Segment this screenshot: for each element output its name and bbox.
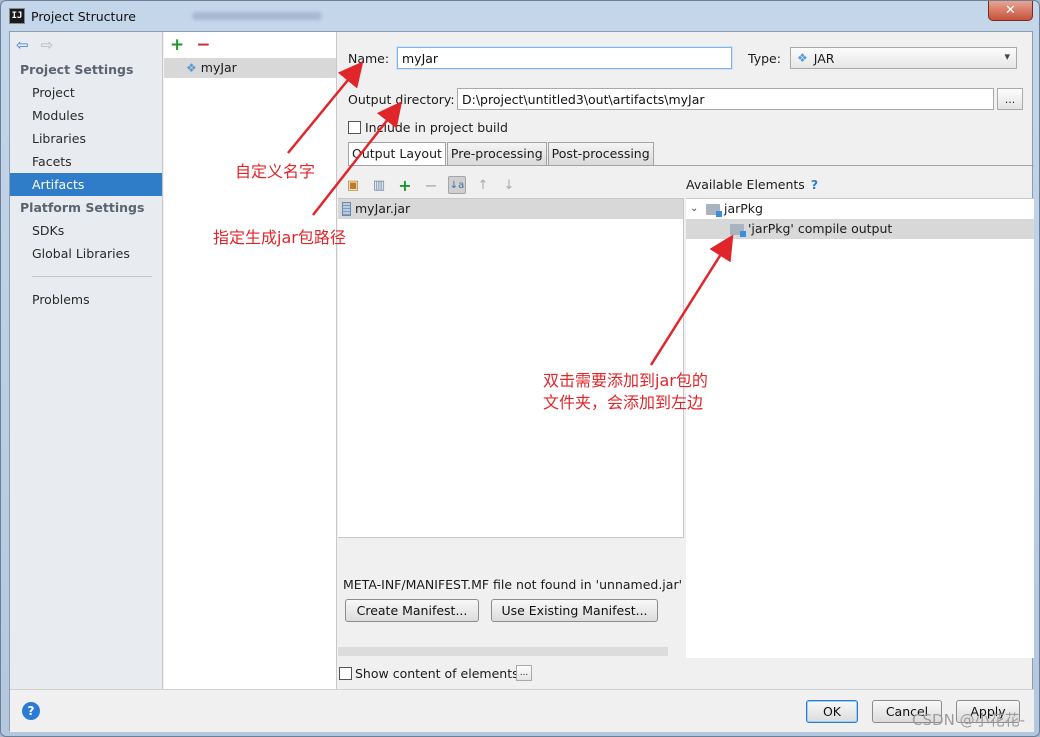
layout-tabs: Output Layout Pre-processing Post-proces…	[348, 142, 655, 165]
module-folder-icon	[706, 203, 722, 217]
compile-output-label: 'jarPkg' compile output	[748, 221, 893, 236]
create-manifest-button[interactable]: Create Manifest...	[345, 599, 479, 622]
nav-item-project[interactable]: Project	[10, 81, 162, 104]
nav-item-problems[interactable]: Problems	[10, 288, 162, 311]
horizontal-scrollbar[interactable]	[338, 647, 668, 656]
nav-item-libraries[interactable]: Libraries	[10, 127, 162, 150]
artifact-list-item[interactable]: ❖ myJar	[164, 58, 336, 78]
nav-divider	[32, 276, 152, 277]
remove-element-icon[interactable]: −	[422, 176, 440, 195]
jar-artifact-icon: ❖	[186, 61, 197, 75]
nav-item-sdks[interactable]: SDKs	[10, 219, 162, 242]
output-layout-tree: myJar.jar	[338, 198, 684, 538]
blurred-title-text	[191, 12, 322, 20]
name-input[interactable]	[397, 47, 732, 69]
output-layout-toolbar: ▣ ▥ + − ↓a ↑ ↓	[338, 174, 684, 196]
nav-item-global-libraries[interactable]: Global Libraries	[10, 242, 162, 265]
tree-row-jar[interactable]: myJar.jar	[338, 199, 683, 219]
chevron-down-icon: ▾	[1004, 50, 1010, 63]
include-in-build-checkbox[interactable]	[348, 121, 361, 134]
use-existing-manifest-button[interactable]: Use Existing Manifest...	[491, 599, 658, 622]
project-structure-window: IJ Project Structure ✕ ⇦ ⇨ Project Setti…	[0, 0, 1040, 737]
annotation-path-hint: 指定生成jar包路径	[213, 228, 346, 247]
manifest-area: META-INF/MANIFEST.MF file not found in '…	[338, 538, 684, 658]
type-select[interactable]: ❖ JAR ▾	[790, 47, 1017, 69]
available-elements-tree: ⌄ jarPkg 'jarPkg' compile output	[686, 198, 1034, 658]
dialog-button-bar: ? OK Cancel Apply	[10, 689, 1034, 732]
dialog-client-area: ⇦ ⇨ Project Settings Project Modules Lib…	[9, 31, 1034, 732]
annotation-add-hint-line1: 双击需要添加到jar包的	[543, 371, 708, 390]
help-icon[interactable]: ?	[811, 177, 818, 192]
tab-divider	[348, 165, 1034, 166]
csdn-watermark: CSDN @小花花-	[912, 711, 1025, 729]
tree-row-module[interactable]: ⌄ jarPkg	[686, 199, 1034, 219]
module-name: jarPkg	[724, 201, 763, 216]
show-content-label: Show content of elements	[355, 666, 519, 681]
expand-chevron-icon[interactable]: ⌄	[690, 199, 702, 219]
nav-item-facets[interactable]: Facets	[10, 150, 162, 173]
available-elements-label: Available Elements	[686, 177, 805, 192]
intellij-app-icon: IJ	[9, 8, 25, 24]
back-arrow-icon[interactable]: ⇦	[16, 36, 29, 54]
compile-output-folder-icon	[730, 223, 746, 237]
show-content-checkbox[interactable]	[339, 667, 352, 680]
jar-file-name: myJar.jar	[355, 201, 411, 216]
nav-item-artifacts[interactable]: Artifacts	[10, 173, 162, 196]
nav-arrows: ⇦ ⇨	[10, 32, 162, 58]
output-directory-input[interactable]	[457, 88, 994, 110]
jar-type-icon: ❖	[797, 51, 808, 65]
annotation-add-hint: 双击需要添加到jar包的 文件夹，会添加到左边	[543, 370, 708, 414]
annotation-name-hint: 自定义名字	[235, 162, 316, 181]
artifact-config-panel: Name: Type: ❖ JAR ▾ Output directory: ..…	[338, 32, 1034, 689]
jar-file-icon	[342, 202, 351, 216]
name-label: Name:	[348, 51, 390, 66]
nav-item-modules[interactable]: Modules	[10, 104, 162, 127]
project-settings-header: Project Settings	[20, 62, 134, 77]
browse-output-directory-button[interactable]: ...	[997, 88, 1023, 110]
new-folder-icon[interactable]: ▣	[344, 176, 362, 194]
remove-artifact-icon[interactable]: −	[196, 35, 210, 55]
tab-pre-processing[interactable]: Pre-processing	[446, 142, 547, 165]
show-content-options-button[interactable]: ...	[516, 665, 532, 681]
window-title: Project Structure	[31, 8, 136, 24]
artifacts-list-panel: + − ❖ myJar	[164, 32, 337, 689]
artifact-name: myJar	[200, 60, 237, 75]
settings-nav: ⇦ ⇨ Project Settings Project Modules Lib…	[10, 32, 163, 689]
platform-settings-header: Platform Settings	[20, 200, 145, 215]
move-down-icon[interactable]: ↓	[500, 176, 518, 194]
tab-output-layout[interactable]: Output Layout	[348, 142, 446, 165]
type-value: JAR	[813, 50, 835, 66]
artifacts-toolbar: + −	[164, 32, 336, 58]
type-label: Type:	[748, 51, 781, 66]
add-element-icon[interactable]: +	[396, 176, 414, 195]
tab-post-processing[interactable]: Post-processing	[547, 142, 654, 165]
forward-arrow-icon[interactable]: ⇨	[41, 36, 54, 54]
manifest-warning: META-INF/MANIFEST.MF file not found in '…	[343, 577, 683, 592]
add-artifact-icon[interactable]: +	[170, 35, 184, 55]
move-up-icon[interactable]: ↑	[474, 176, 492, 194]
ok-button[interactable]: OK	[806, 700, 858, 723]
available-elements-header: Available Elements?	[686, 174, 818, 196]
close-button[interactable]: ✕	[988, 1, 1033, 21]
close-icon: ✕	[1005, 3, 1016, 18]
help-button-icon[interactable]: ?	[22, 702, 40, 720]
annotation-add-hint-line2: 文件夹，会添加到左边	[543, 393, 704, 412]
archive-icon[interactable]: ▥	[370, 176, 388, 194]
title-bar: IJ Project Structure ✕	[1, 1, 1039, 31]
output-directory-label: Output directory:	[348, 92, 455, 107]
tree-row-compile-output[interactable]: 'jarPkg' compile output	[686, 219, 1034, 239]
sort-elements-icon[interactable]: ↓a	[448, 176, 466, 194]
include-in-build-label: Include in project build	[365, 120, 508, 135]
